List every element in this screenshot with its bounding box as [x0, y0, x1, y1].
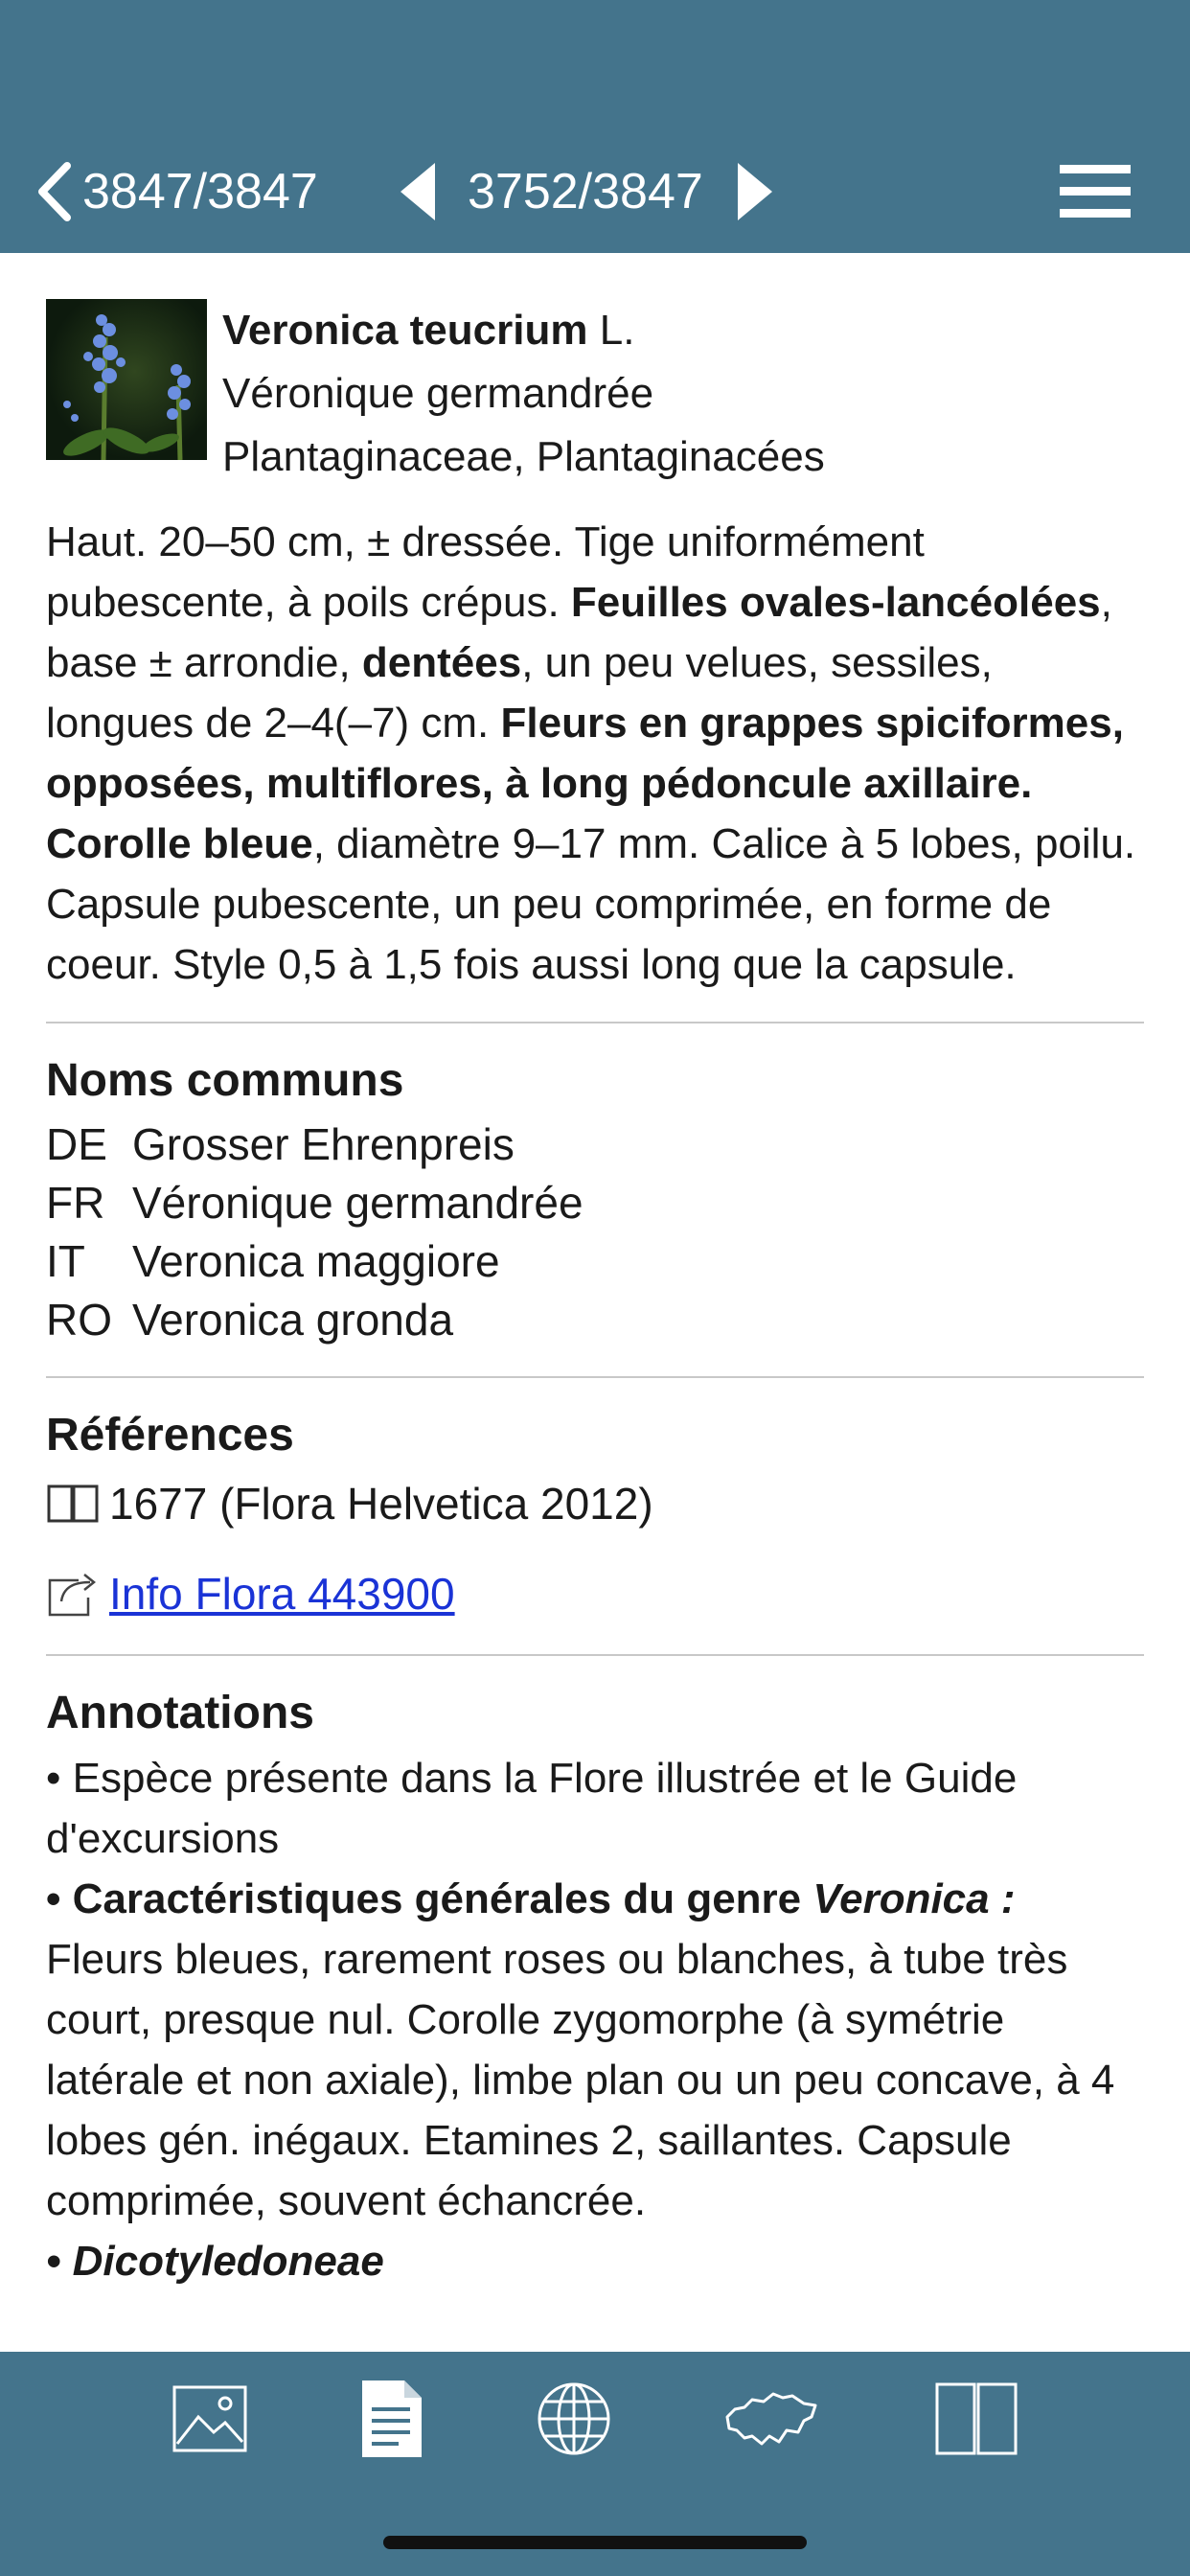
chevron-left-icon	[38, 162, 71, 221]
previous-record-button[interactable]	[400, 163, 437, 220]
section-divider	[46, 1376, 1144, 1378]
switzerland-map-icon	[725, 2392, 817, 2446]
info-flora-link-row[interactable]: Info Flora 443900	[46, 1560, 1144, 1627]
references-title: Références	[46, 1410, 294, 1460]
annotations-body: • Espèce présente dans la Flore illustré…	[46, 1748, 1144, 2291]
next-record-button[interactable]	[736, 163, 772, 220]
list-item: DE Grosser Ehrenpreis	[46, 1116, 1144, 1174]
info-flora-link[interactable]: Info Flora 443900	[109, 1568, 455, 1620]
species-thumbnail[interactable]	[46, 299, 207, 460]
document-icon	[362, 2380, 422, 2457]
species-description: Haut. 20–50 cm, ± dressée. Tige uniformé…	[46, 512, 1144, 995]
desc-segment-bold: dentées	[361, 639, 522, 686]
species-detail: Veronica teucrium L. Véronique germandré…	[46, 253, 1144, 2352]
language-code: IT	[46, 1236, 85, 1286]
annotations-title: Annotations	[46, 1688, 314, 1738]
annotation-item: • Caractéristiques générales du genre Ve…	[46, 1869, 1144, 1929]
list-item: FR Véronique germandrée	[46, 1174, 1144, 1232]
common-name: Véronique germandrée	[222, 370, 654, 417]
book-icon	[935, 2382, 1018, 2455]
book-reference[interactable]: 1677 (Flora Helvetica 2012)	[46, 1470, 1144, 1537]
back-counter: 3847/3847	[82, 164, 318, 219]
share-external-icon	[48, 1574, 97, 1617]
top-navigation-bar: 3847/3847 3752/3847	[0, 0, 1190, 253]
annotation-item: • Dicotyledoneae	[46, 2238, 384, 2285]
language-code: DE	[46, 1119, 107, 1169]
family-name: Plantaginaceae, Plantaginacées	[222, 433, 825, 480]
image-icon	[172, 2385, 247, 2452]
tab-references[interactable]	[924, 2371, 1029, 2467]
vernacular-name: Grosser Ehrenpreis	[132, 1119, 515, 1169]
annotation-heading: • Caractéristiques générales du genre	[46, 1875, 813, 1922]
species-header: Veronica teucrium L. Véronique germandré…	[46, 253, 1144, 512]
section-divider	[46, 1022, 1144, 1024]
hamburger-menu-icon[interactable]	[1058, 161, 1133, 222]
globe-icon	[538, 2382, 610, 2455]
tab-swiss-map[interactable]	[719, 2371, 824, 2467]
desc-segment-bold: Feuilles ovales-lancéolées	[570, 579, 1101, 626]
common-names-list: DE Grosser Ehrenpreis FR Véronique germa…	[46, 1116, 1144, 1349]
vernacular-name: Veronica maggiore	[132, 1236, 500, 1286]
list-item: RO Veronica gronda	[46, 1291, 1144, 1349]
latin-name: Veronica teucrium	[222, 307, 588, 354]
book-icon	[47, 1484, 99, 1523]
tab-distribution[interactable]	[521, 2371, 627, 2467]
language-code: FR	[46, 1178, 105, 1228]
book-reference-text: 1677 (Flora Helvetica 2012)	[109, 1479, 653, 1529]
vernacular-name: Véronique germandrée	[132, 1178, 584, 1228]
species-title-block: Veronica teucrium L. Véronique germandré…	[222, 299, 825, 489]
record-counter: 3752/3847	[468, 164, 703, 219]
tab-description[interactable]	[339, 2371, 445, 2467]
back-button[interactable]: 3847/3847	[34, 153, 318, 230]
section-divider	[46, 1654, 1144, 1656]
vernacular-name: Veronica gronda	[132, 1295, 454, 1345]
record-navigator: 3752/3847	[400, 153, 772, 230]
genus-name: Veronica :	[812, 1875, 1016, 1922]
home-indicator[interactable]	[383, 2536, 807, 2549]
annotation-item: • Espèce présente dans la Flore illustré…	[46, 1755, 1018, 1862]
tab-images[interactable]	[157, 2371, 263, 2467]
annotation-text: Fleurs bleues, rarement roses ou blanche…	[46, 1936, 1115, 2224]
list-item: IT Veronica maggiore	[46, 1232, 1144, 1291]
common-names-title: Noms communs	[46, 1055, 404, 1106]
author-abbrev: L.	[599, 307, 635, 354]
language-code: RO	[46, 1295, 112, 1345]
